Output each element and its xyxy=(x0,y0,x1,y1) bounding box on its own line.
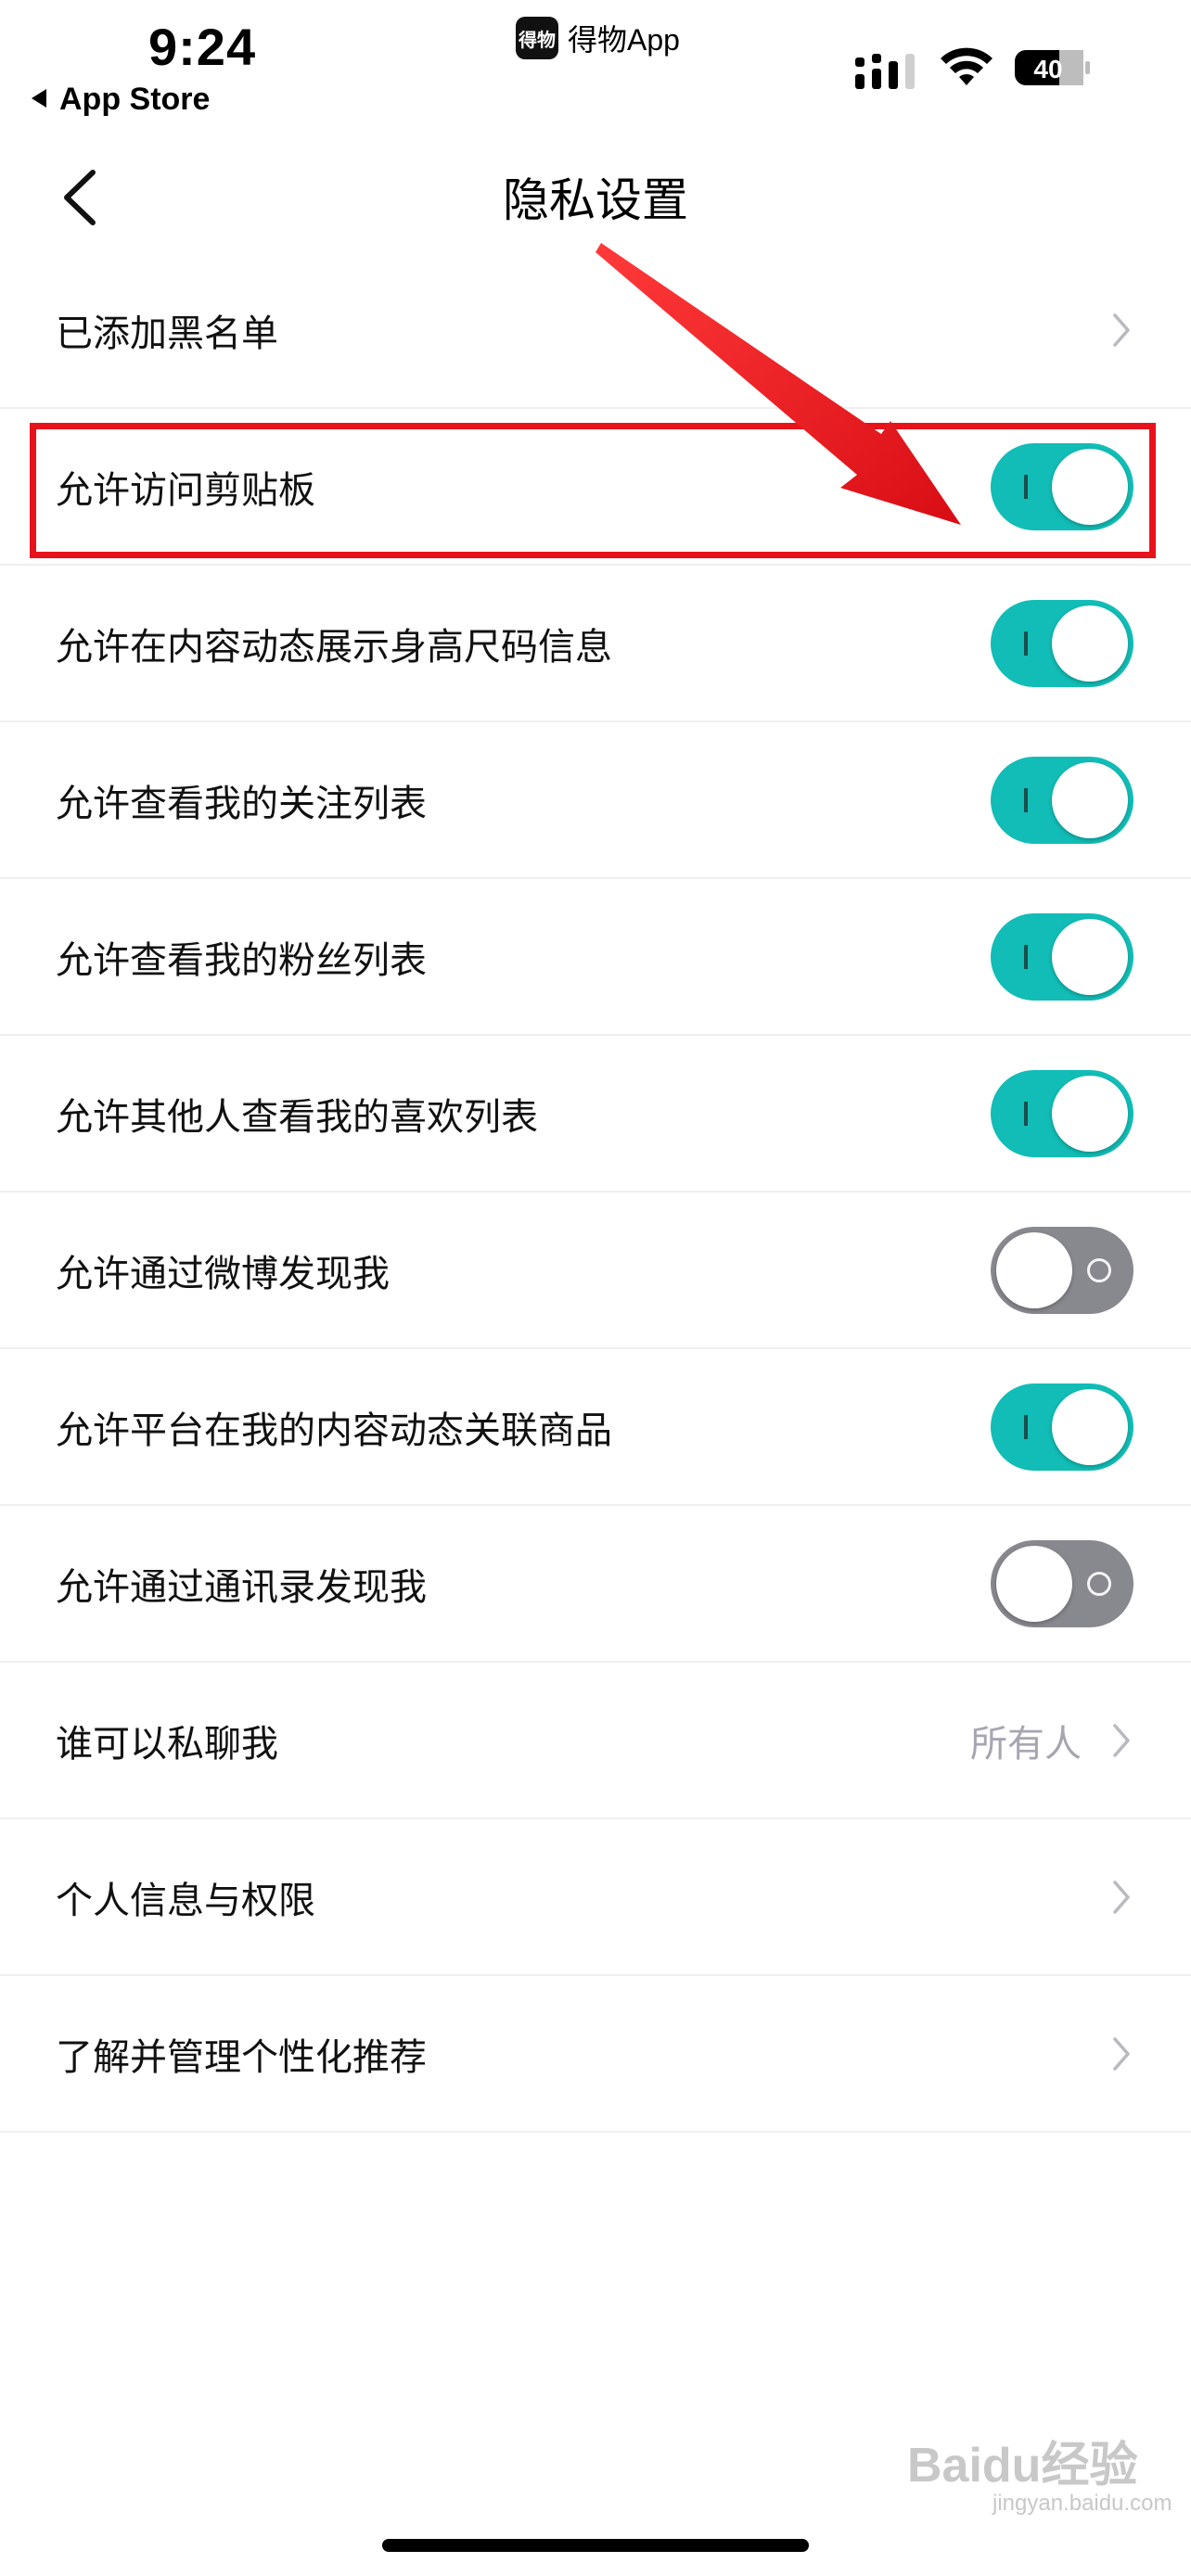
link-products-toggle[interactable] xyxy=(991,1383,1133,1471)
row-link-products: 允许平台在我的内容动态关联商品 xyxy=(0,1349,1191,1506)
row-value: 所有人 xyxy=(970,1722,1082,1766)
home-indicator[interactable] xyxy=(382,2539,809,2552)
watermark-url: jingyan.baidu.com xyxy=(992,2491,1172,2516)
toggle-knob xyxy=(1052,605,1128,682)
status-bar: 9:24 App Store 得物 得物App 40 xyxy=(0,0,1191,121)
chevron-right-icon xyxy=(1113,1723,1130,1757)
row-label: 允许平台在我的内容动态关联商品 xyxy=(56,1409,612,1452)
row-label: 允许通过微博发现我 xyxy=(56,1252,390,1295)
toggle-off-mark xyxy=(1087,1257,1111,1282)
row-fans-list: 允许查看我的粉丝列表 xyxy=(0,879,1191,1036)
toggle-on-mark xyxy=(1024,1414,1028,1439)
row-label: 了解并管理个性化推荐 xyxy=(56,2035,427,2079)
back-triangle-icon xyxy=(32,89,46,108)
following-list-toggle[interactable] xyxy=(991,756,1133,844)
chevron-right-icon xyxy=(1113,2036,1130,2071)
battery-icon: 40 xyxy=(1015,50,1090,85)
row-following-list: 允许查看我的关注列表 xyxy=(0,722,1191,879)
cellular-signal-icon xyxy=(855,54,915,89)
toggle-on-mark xyxy=(1024,631,1028,656)
nav-bar: 隐私设置 xyxy=(0,139,1191,250)
contacts-discover-toggle[interactable] xyxy=(991,1539,1133,1627)
toggle-off-mark xyxy=(1087,1571,1111,1596)
back-to-app-store[interactable]: App Store xyxy=(32,82,210,118)
dynamic-island-app: 得物 得物App xyxy=(516,17,680,59)
battery-level: 40 xyxy=(1033,55,1062,83)
toggle-on-mark xyxy=(1024,787,1028,812)
status-time: 9:24 xyxy=(148,18,257,76)
fans-list-toggle[interactable] xyxy=(991,912,1133,1001)
island-app-label: 得物App xyxy=(568,23,680,57)
likes-list-toggle[interactable] xyxy=(991,1069,1133,1157)
row-blacklist[interactable]: 已添加黑名单 xyxy=(0,252,1191,409)
row-label: 允许在内容动态展示身高尺码信息 xyxy=(56,625,612,669)
row-personal-info[interactable]: 个人信息与权限 xyxy=(0,1819,1191,1976)
toggle-knob xyxy=(1052,1075,1128,1152)
size-info-toggle[interactable] xyxy=(991,599,1133,687)
toggle-on-mark xyxy=(1024,1101,1028,1126)
row-private-chat[interactable]: 谁可以私聊我 所有人 xyxy=(0,1663,1191,1819)
toggle-knob xyxy=(996,1545,1072,1622)
chevron-right-icon xyxy=(1113,1880,1130,1914)
row-label: 谁可以私聊我 xyxy=(56,1722,278,1766)
wifi-icon xyxy=(941,47,992,85)
toggle-knob xyxy=(996,1231,1072,1308)
row-label: 允许查看我的关注列表 xyxy=(56,782,427,825)
row-label: 允许通过通讯录发现我 xyxy=(56,1565,427,1609)
toggle-on-mark xyxy=(1024,944,1028,969)
toggle-knob xyxy=(1052,761,1128,838)
app-badge: 得物 xyxy=(516,17,558,59)
annotation-highlight-box xyxy=(30,423,1156,558)
row-size-info: 允许在内容动态展示身高尺码信息 xyxy=(0,566,1191,722)
row-likes-list: 允许其他人查看我的喜欢列表 xyxy=(0,1036,1191,1192)
row-label: 允许其他人查看我的喜欢列表 xyxy=(56,1095,538,1139)
weibo-discover-toggle[interactable] xyxy=(991,1226,1133,1314)
row-weibo-discover: 允许通过微博发现我 xyxy=(0,1192,1191,1349)
row-personalized-recommend[interactable]: 了解并管理个性化推荐 xyxy=(0,1976,1191,2133)
back-app-label: App Store xyxy=(59,82,211,117)
row-label: 已添加黑名单 xyxy=(56,312,278,355)
row-label: 个人信息与权限 xyxy=(56,1879,315,1922)
toggle-knob xyxy=(1052,918,1128,995)
page-title: 隐私设置 xyxy=(503,173,688,227)
chevron-right-icon xyxy=(1113,312,1130,347)
watermark-logo: Baidu经验 xyxy=(907,2439,1138,2493)
row-label: 允许查看我的粉丝列表 xyxy=(56,938,427,982)
row-contacts-discover: 允许通过通讯录发现我 xyxy=(0,1506,1191,1663)
toggle-knob xyxy=(1052,1388,1128,1465)
